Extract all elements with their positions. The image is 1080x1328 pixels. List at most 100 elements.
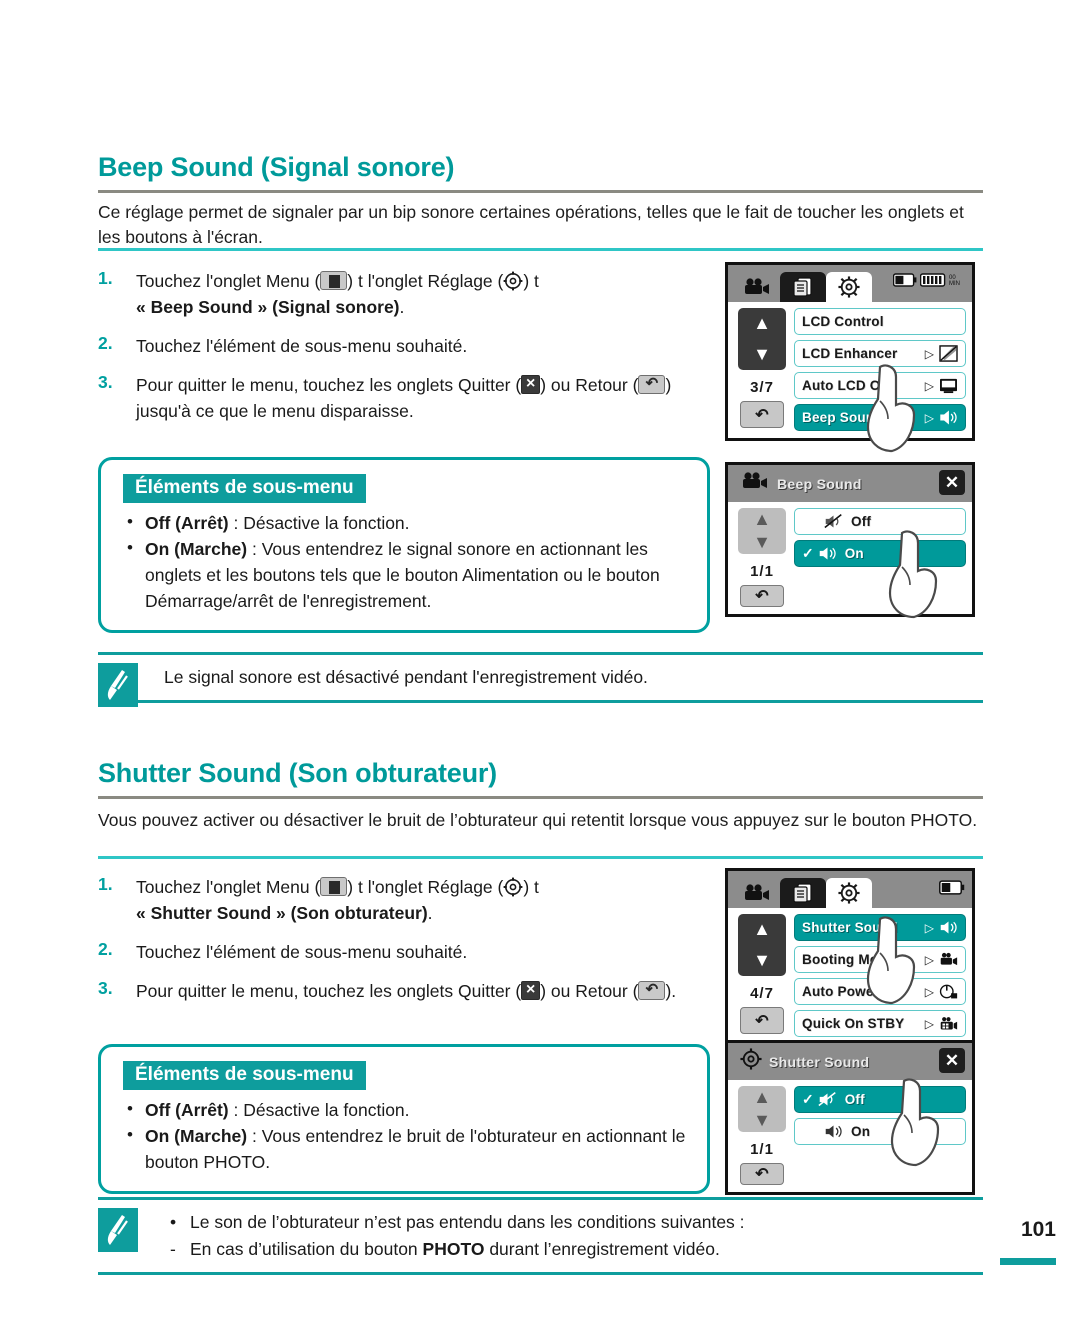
scroll-up-button[interactable]: ▲: [738, 914, 786, 945]
submenu-items-beep: Off (Arrêt) : Désactive la fonction. On …: [123, 509, 689, 614]
title-rule-beep: [98, 190, 983, 193]
lcd-enhancer-icon: [939, 345, 958, 362]
tab-playback[interactable]: [780, 878, 826, 908]
menu-row-booting-mode[interactable]: Booting Mode ▷: [794, 946, 966, 973]
lcd-content: ▲ ▼ 1/1 ↶ ✓ Off On: [728, 1080, 972, 1192]
lcd-sidebar: ▲ ▼ 4/7 ↶: [734, 914, 790, 1037]
submenu-item-label: On (Marche): [145, 1126, 248, 1146]
menu-row-lcd-enhancer[interactable]: LCD Enhancer ▷: [794, 340, 966, 367]
close-button[interactable]: ✕: [939, 1048, 965, 1073]
scroll-up-button[interactable]: ▲: [738, 508, 786, 531]
speaker-mute-icon: [824, 513, 842, 529]
section-title-text: Shutter Sound (Son obturateur): [98, 758, 497, 788]
submenu-box-beep: Éléments de sous-menu Off (Arrêt) : Désa…: [98, 457, 710, 633]
scroll-up-button[interactable]: ▲: [738, 308, 786, 339]
submenu-items-shutter: Off (Arrêt) : Désactive la fonction. On …: [123, 1096, 689, 1175]
page-title-beep: Beep Sound (Signal sonore): [98, 152, 718, 187]
check-icon: ✓: [802, 545, 814, 561]
memory-icon: [920, 273, 946, 287]
row-label: LCD Control: [802, 314, 884, 329]
row-label: Auto Power Off: [802, 984, 904, 999]
intro-shutter: Vous pouvez activer ou désactiver le bru…: [98, 810, 978, 830]
tab-settings[interactable]: [826, 878, 872, 908]
step-text: Touchez l'élément de sous-menu souhaité.: [136, 942, 468, 962]
page-number-rule: [1000, 1258, 1056, 1265]
menu-row-lcd-control[interactable]: LCD Control: [794, 308, 966, 335]
lcd-frame: Shutter Sound ✕ ▲ ▼ 1/1 ↶ ✓ Off On: [725, 1040, 975, 1195]
step-text-post: ) t: [523, 877, 539, 897]
battery-icon: [893, 273, 917, 287]
speaker-icon: [825, 1125, 842, 1138]
submenu-item-on: On (Marche) : Vous entendrez le signal s…: [123, 535, 689, 614]
row-label: LCD Enhancer: [802, 346, 898, 361]
screen-beep-submenu: Beep Sound ✕ ▲ ▼ 1/1 ↶ Off ✓ On: [725, 462, 997, 619]
step-2-beep: 2. Touchez l'élément de sous-menu souhai…: [98, 333, 718, 359]
steps-beep: 1. Touchez l'onglet Menu () t l'onglet R…: [98, 268, 718, 437]
tab-camcorder[interactable]: [734, 878, 780, 908]
scroll-down-button[interactable]: ▼: [738, 1109, 786, 1132]
menu-row-shutter-sound[interactable]: Shutter Sound ▷: [794, 914, 966, 941]
submenu-item-label: On (Marche): [145, 539, 248, 559]
settings-gear-icon: [503, 271, 523, 291]
tab-settings[interactable]: [826, 272, 872, 302]
lcd-frame: ▲ ▼ 4/7 ↶ Shutter Sound ▷ Booting Mode ▷…: [725, 868, 975, 1047]
menu-row-beep-sound[interactable]: Beep Sound ▷: [794, 404, 966, 431]
step-1-shutter: 1. Touchez l'onglet Menu () t l'onglet R…: [98, 874, 728, 926]
lcd-menu-rows: Shutter Sound ▷ Booting Mode ▷ Auto Powe…: [790, 914, 966, 1037]
back-button[interactable]: ↶: [740, 401, 784, 428]
exit-tab-icon: [521, 979, 541, 1000]
note-sub-pre: En cas d’utilisation du bouton: [190, 1239, 423, 1259]
lcd-sidebar: ▲ ▼ 1/1 ↶: [734, 508, 790, 607]
step-text-mid: ) ou Retour (: [540, 375, 639, 395]
step-3-shutter: 3. Pour quitter le menu, touchez les ong…: [98, 978, 728, 1004]
note-sub-bold: PHOTO: [422, 1239, 485, 1259]
menu-row-quick-on-stby[interactable]: Quick On STBY ▷: [794, 1010, 966, 1037]
menu-row-auto-lcd-off[interactable]: Auto LCD Off ▷: [794, 372, 966, 399]
step-number: 3.: [98, 978, 113, 998]
title-gear-icon: [740, 1048, 762, 1075]
scroll-down-button[interactable]: ▼: [738, 339, 786, 370]
page-title-shutter: Shutter Sound (Son obturateur): [98, 758, 718, 793]
tab-playback[interactable]: [780, 272, 826, 302]
step-1-beep: 1. Touchez l'onglet Menu () t l'onglet R…: [98, 268, 718, 320]
auto-power-off-icon: [939, 984, 958, 999]
title-rule-shutter: [98, 796, 983, 799]
lcd-sidebar: ▲ ▼ 1/1 ↶: [734, 1086, 790, 1185]
row-label: On: [844, 546, 864, 561]
rec-min-icon: 00MIN: [949, 275, 960, 287]
step-text-mid: ) t l'onglet Réglage (: [347, 271, 504, 291]
expand-arrow-icon: ▷: [924, 346, 934, 361]
submenu-box-shutter: Éléments de sous-menu Off (Arrêt) : Désa…: [98, 1044, 710, 1194]
menu-tab-icon: [320, 271, 348, 290]
auto-lcd-off-icon: [940, 378, 957, 394]
submenu-item-off: Off (Arrêt) : Désactive la fonction.: [123, 1096, 689, 1123]
page-indicator: 4/7: [750, 985, 774, 1002]
speaker-icon: [940, 410, 957, 425]
step-text-post: ).: [665, 981, 677, 1001]
menu-row-auto-power-off[interactable]: Auto Power Off ▷: [794, 978, 966, 1005]
scroll-up-button[interactable]: ▲: [738, 1086, 786, 1109]
step-text-post: ) t: [523, 271, 539, 291]
submenu-row-on[interactable]: On: [794, 1118, 966, 1145]
page-indicator: 1/1: [750, 1141, 774, 1158]
submenu-row-on[interactable]: ✓ On: [794, 540, 966, 567]
step-number: 2.: [98, 333, 113, 353]
close-button[interactable]: ✕: [939, 470, 965, 495]
submenu-row-off[interactable]: Off: [794, 508, 966, 535]
section-title-text: Beep Sound (Signal sonore): [98, 152, 455, 182]
note-beep: Le signal sonore est désactivé pendant l…: [98, 652, 983, 707]
back-button[interactable]: ↶: [740, 1163, 784, 1185]
tab-camcorder[interactable]: [734, 272, 780, 302]
back-button[interactable]: ↶: [740, 1007, 784, 1034]
manual-page: Beep Sound (Signal sonore) Ce réglage pe…: [0, 0, 1080, 1328]
menu-tab-icon: [320, 877, 348, 896]
step-bold-tail: .: [427, 903, 433, 923]
scroll-down-button[interactable]: ▼: [738, 531, 786, 554]
submenu-row-off[interactable]: ✓ Off: [794, 1086, 966, 1113]
scroll-down-button[interactable]: ▼: [738, 945, 786, 976]
row-label: Quick On STBY: [802, 1016, 905, 1031]
lcd-frame: 00 MIN ▲ ▼ 3/7 ↶ LCD Control LCD Enhancer: [725, 262, 975, 453]
lcd-top-bar: [728, 871, 972, 908]
booting-mode-icon: [940, 952, 958, 966]
back-button[interactable]: ↶: [740, 585, 784, 607]
